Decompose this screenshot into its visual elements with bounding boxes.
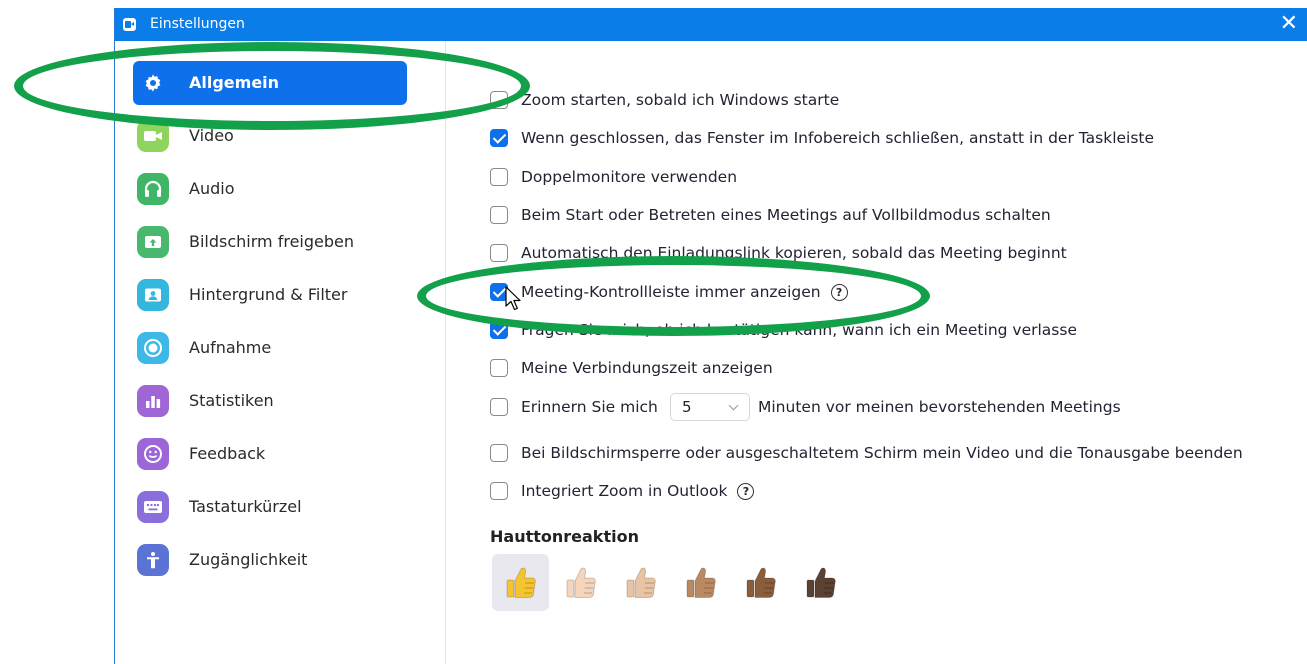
sidebar-item-bildschirm-freigeben[interactable]: Bildschirm freigeben — [133, 220, 407, 264]
keyboard-icon — [137, 491, 169, 523]
sidebar-item-hintergrund-filter[interactable]: Hintergrund & Filter — [133, 273, 407, 317]
close-button[interactable]: ✕ — [1280, 11, 1298, 37]
window-title: Einstellungen — [150, 16, 245, 32]
checkbox[interactable] — [490, 129, 508, 147]
skin-tone-title: Hauttonreaktion — [490, 527, 639, 546]
checkbox[interactable] — [490, 283, 508, 301]
sidebar-item-label: Zugänglichkeit — [189, 550, 308, 569]
checkbox[interactable] — [490, 168, 508, 186]
share-screen-icon — [137, 226, 169, 258]
statistics-icon — [137, 385, 169, 417]
sidebar-item-audio[interactable]: Audio — [133, 167, 407, 211]
checkbox[interactable] — [490, 91, 508, 109]
skin-tone-thumbs-up-icon[interactable] — [672, 554, 729, 611]
settings-sidebar: Allgemein Video Audio Bildschirm freigeb… — [115, 41, 446, 664]
skin-tone-thumbs-up-icon[interactable] — [612, 554, 669, 611]
sidebar-item-zugaenglichkeit[interactable]: Zugänglichkeit — [133, 538, 407, 582]
feedback-smiley-icon — [137, 438, 169, 470]
checkbox[interactable] — [490, 244, 508, 262]
checkbox[interactable] — [490, 206, 508, 224]
sidebar-item-feedback[interactable]: Feedback — [133, 432, 407, 476]
help-icon[interactable]: ? — [737, 483, 755, 500]
sidebar-item-label: Aufnahme — [189, 338, 272, 357]
settings-content: Zoom starten, sobald ich Windows starte … — [446, 41, 1307, 664]
skin-tone-thumbs-up-icon[interactable] — [792, 554, 849, 611]
sidebar-item-allgemein[interactable]: Allgemein — [133, 61, 407, 105]
checkbox[interactable] — [490, 359, 508, 377]
skin-tone-thumbs-up-icon[interactable] — [732, 554, 789, 611]
option-meeting-reminder[interactable]: Erinnern Sie mich 5 Minuten vor meinen b… — [490, 393, 1190, 421]
sidebar-item-video[interactable]: Video — [133, 114, 407, 158]
skin-tone-thumbs-up-icon[interactable] — [552, 554, 609, 611]
chevron-down-icon — [728, 400, 739, 411]
reminder-minutes-select[interactable]: 5 — [670, 393, 750, 421]
accessibility-icon — [137, 544, 169, 576]
title-bar: Einstellungen ✕ — [115, 8, 1307, 41]
zoom-app-icon — [123, 18, 136, 31]
sidebar-item-label: Feedback — [189, 444, 266, 463]
sidebar-item-label: Audio — [189, 179, 235, 198]
headphones-icon — [137, 173, 169, 205]
sidebar-item-label: Allgemein — [189, 73, 280, 92]
sidebar-item-aufnahme[interactable]: Aufnahme — [133, 326, 407, 370]
checkbox[interactable] — [490, 398, 508, 416]
sidebar-item-label: Tastaturkürzel — [189, 497, 302, 516]
video-camera-icon — [137, 120, 169, 152]
checkbox[interactable] — [490, 482, 508, 500]
help-icon[interactable]: ? — [830, 284, 848, 301]
sidebar-item-label: Statistiken — [189, 391, 274, 410]
background-icon — [137, 279, 169, 311]
skin-tone-thumbs-up-icon[interactable] — [492, 554, 549, 611]
sidebar-item-label: Hintergrund & Filter — [189, 285, 348, 304]
checkbox[interactable] — [490, 321, 508, 339]
sidebar-item-label: Bildschirm freigeben — [189, 232, 354, 251]
sidebar-item-label: Video — [189, 126, 234, 145]
sidebar-item-statistiken[interactable]: Statistiken — [133, 379, 407, 423]
settings-window: Einstellungen ✕ Allgemein Video Audio Bi… — [114, 8, 1307, 664]
gear-icon — [137, 67, 169, 99]
sidebar-item-tastaturkuerzel[interactable]: Tastaturkürzel — [133, 485, 407, 529]
record-icon — [137, 332, 169, 364]
checkbox[interactable] — [490, 444, 508, 462]
